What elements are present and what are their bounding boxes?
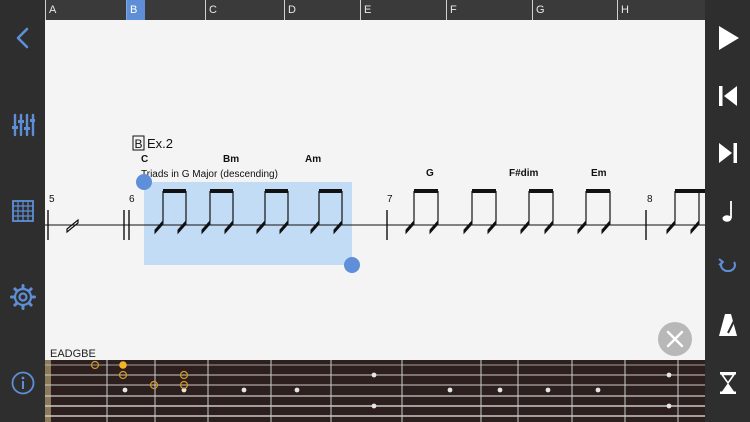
chord-symbol: Em	[591, 168, 607, 179]
score-view[interactable]: B Ex.2 Triads in G Major (descending) C …	[45, 20, 705, 346]
rehearsal-mark: B	[134, 137, 142, 151]
chevron-left-icon	[16, 27, 28, 49]
fretboard-nut	[45, 360, 51, 422]
section-h[interactable]: H	[617, 0, 705, 20]
section-a[interactable]: A	[45, 0, 126, 20]
skip-forward-button[interactable]	[705, 133, 750, 173]
timer-button[interactable]	[705, 363, 750, 403]
measure-number: 5	[49, 194, 55, 205]
fretboard-panel: EADGBE	[45, 346, 705, 422]
close-button[interactable]	[658, 322, 692, 356]
metronome-button[interactable]	[705, 305, 750, 345]
loop-icon	[717, 258, 736, 273]
play-icon	[718, 26, 739, 50]
loop-button[interactable]	[705, 248, 750, 288]
selection-end-handle[interactable]	[344, 257, 360, 273]
section-e[interactable]: E	[360, 0, 446, 20]
chord-symbol: Bm	[223, 154, 239, 165]
section-bar: A B C D E F G H	[45, 0, 705, 20]
fretboard[interactable]	[45, 360, 705, 422]
chord-symbol: F#dim	[509, 168, 539, 179]
notation-canvas: B Ex.2 Triads in G Major (descending) C …	[45, 135, 705, 273]
info-icon	[11, 371, 34, 395]
measure-number: 7	[387, 194, 393, 205]
hourglass-icon	[719, 372, 736, 394]
gear-icon	[9, 284, 36, 310]
note-button[interactable]	[705, 191, 750, 231]
chord-symbol: Am	[305, 154, 321, 165]
info-button[interactable]	[0, 363, 45, 403]
rewind-button[interactable]	[705, 76, 750, 116]
fretboard-grid-icon	[11, 200, 34, 222]
section-g[interactable]: G	[532, 0, 617, 20]
right-toolbar	[705, 0, 750, 422]
skip-back-icon	[718, 86, 737, 106]
chord-symbol: G	[426, 168, 434, 179]
section-b[interactable]: B	[126, 0, 145, 20]
chord-symbol: C	[141, 154, 148, 165]
fretboard-toggle-button[interactable]	[0, 191, 45, 231]
left-toolbar	[0, 0, 45, 422]
loop-selection[interactable]	[144, 182, 352, 265]
selection-start-handle[interactable]	[136, 174, 152, 190]
play-button[interactable]	[705, 18, 750, 58]
section-d[interactable]: D	[284, 0, 360, 20]
mixer-button[interactable]	[0, 105, 45, 145]
exercise-title: Ex.2	[147, 136, 173, 151]
close-icon	[666, 330, 684, 348]
exercise-subtitle: Triads in G Major (descending)	[141, 169, 278, 180]
slash-note	[66, 218, 79, 234]
settings-button[interactable]	[0, 277, 45, 317]
back-button[interactable]	[0, 18, 45, 58]
section-f[interactable]: F	[446, 0, 532, 20]
skip-forward-icon	[718, 143, 737, 163]
metronome-icon	[718, 314, 737, 336]
measure-number: 6	[129, 194, 135, 205]
eighth-note-icon	[722, 201, 732, 222]
sliders-icon	[11, 113, 35, 137]
section-c[interactable]: C	[205, 0, 284, 20]
tuning-label: EADGBE	[50, 348, 96, 360]
measure-number: 8	[647, 194, 653, 205]
